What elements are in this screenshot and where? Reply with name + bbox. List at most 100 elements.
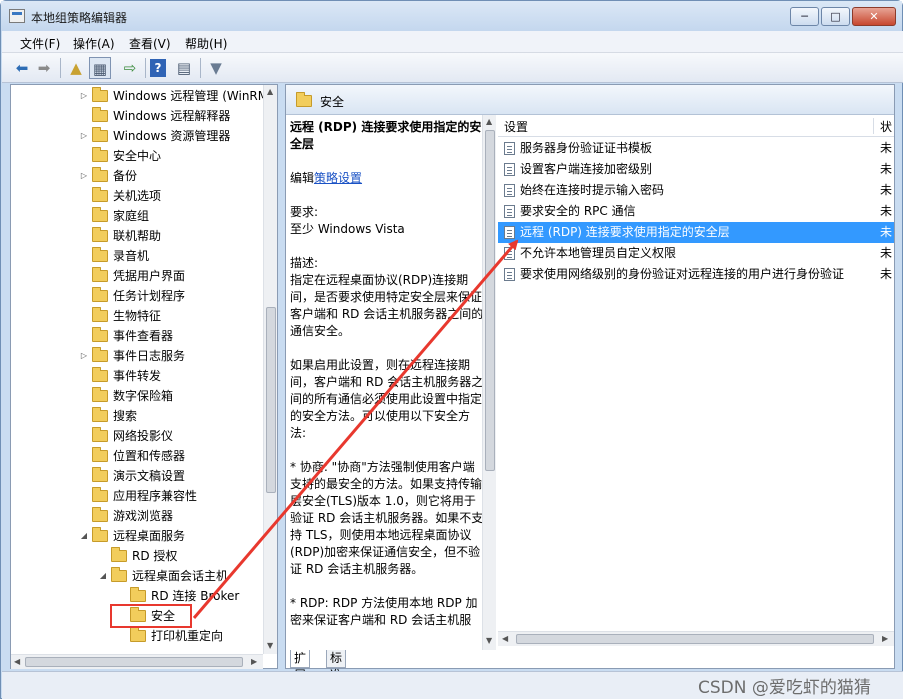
tree-item[interactable]: 数字保险箱 bbox=[11, 386, 263, 406]
help-icon[interactable]: ? bbox=[150, 59, 166, 77]
scroll-up-icon[interactable]: ▲ bbox=[486, 117, 492, 126]
filter-icon[interactable]: ▼ bbox=[205, 57, 227, 79]
export-list-icon[interactable]: ⇨ bbox=[119, 57, 141, 79]
scroll-up-icon[interactable]: ▲ bbox=[267, 87, 273, 96]
expand-arrow-icon[interactable]: ▷ bbox=[79, 126, 89, 146]
setting-state: 未 bbox=[880, 162, 893, 176]
setting-state: 未 bbox=[880, 225, 893, 239]
collapse-arrow-icon[interactable]: ◢ bbox=[98, 566, 108, 586]
tree-pane[interactable]: ▷ Windows 远程管理 (WinRM Windows 远程解释器 ▷ Window… bbox=[10, 84, 278, 669]
setting-row[interactable]: 不允许本地管理员自定义权限 未 bbox=[498, 243, 894, 264]
folder-icon bbox=[92, 427, 108, 442]
tree-item[interactable]: 搜索 bbox=[11, 406, 263, 426]
tree-vertical-scrollbar[interactable]: ▲ ▼ bbox=[263, 85, 277, 654]
tree-item-label: Windows 资源管理器 bbox=[113, 129, 231, 143]
menu-view[interactable]: 查看(V) bbox=[129, 35, 171, 52]
tree-item-label: 搜索 bbox=[113, 409, 138, 423]
annotation-highlight-box bbox=[110, 604, 192, 628]
back-arrow-icon[interactable]: ⬅ bbox=[11, 57, 33, 79]
scroll-left-icon[interactable]: ◀ bbox=[502, 634, 508, 643]
tree-item-label: 位置和传感器 bbox=[113, 449, 186, 463]
menu-help[interactable]: 帮助(H) bbox=[185, 35, 227, 52]
edit-policy-line: 编辑策略设置 bbox=[290, 170, 484, 187]
tree-item[interactable]: 游戏浏览器 bbox=[11, 506, 263, 526]
tree-item[interactable]: 位置和传感器 bbox=[11, 446, 263, 466]
collapse-arrow-icon[interactable]: ◢ bbox=[79, 526, 89, 546]
tree-item[interactable]: 联机帮助 bbox=[11, 226, 263, 246]
scroll-right-icon[interactable]: ▶ bbox=[882, 634, 888, 643]
tree-item[interactable]: RD 授权 bbox=[11, 546, 263, 566]
column-state[interactable]: 状 bbox=[880, 118, 892, 135]
expand-arrow-icon[interactable]: ▷ bbox=[79, 346, 89, 366]
scroll-down-icon[interactable]: ▼ bbox=[267, 641, 273, 650]
show-hide-tree-icon[interactable]: ▦ bbox=[89, 57, 111, 79]
edit-policy-link[interactable]: 策略设置 bbox=[314, 171, 362, 185]
tree-item[interactable]: 网络投影仪 bbox=[11, 426, 263, 446]
watermark: CSDN @爱吃虾的猫猜 bbox=[698, 678, 871, 698]
description-scroll-thumb[interactable] bbox=[485, 130, 495, 471]
setting-row[interactable]: 要求安全的 RPC 通信 未 bbox=[498, 201, 894, 222]
tab-extended[interactable]: 扩展 bbox=[290, 650, 311, 682]
maximize-button[interactable]: □ bbox=[821, 7, 850, 26]
tab-standard[interactable]: 标准 bbox=[326, 650, 347, 682]
column-setting[interactable]: 设置 bbox=[504, 118, 528, 135]
tree-item[interactable]: RD 连接 Broker bbox=[11, 586, 263, 606]
tree-item[interactable]: 家庭组 bbox=[11, 206, 263, 226]
tree-item[interactable]: 生物特征 bbox=[11, 306, 263, 326]
tree-item[interactable]: 打印机重定向 bbox=[11, 626, 263, 646]
tree-item-label: 联机帮助 bbox=[113, 229, 162, 243]
tree-item[interactable]: 事件查看器 bbox=[11, 326, 263, 346]
forward-arrow-icon[interactable]: ➡ bbox=[33, 57, 55, 79]
settings-hscroll-thumb[interactable] bbox=[516, 634, 874, 644]
setting-row[interactable]: 远程 (RDP) 连接要求使用指定的安全层 未 bbox=[498, 222, 894, 243]
tree-item[interactable]: 事件转发 bbox=[11, 366, 263, 386]
tree-item[interactable]: ▷ Windows 远程管理 (WinRM bbox=[11, 86, 268, 106]
tree-item-label: Windows 远程解释器 bbox=[113, 109, 231, 123]
setting-row[interactable]: 设置客户端连接加密级别 未 bbox=[498, 159, 894, 180]
tree-item-label: 安全中心 bbox=[113, 149, 162, 163]
expand-arrow-icon[interactable]: ▷ bbox=[79, 166, 89, 186]
tree-item[interactable]: ▷ Windows 资源管理器 bbox=[11, 126, 263, 146]
menu-file[interactable]: 文件(F) bbox=[20, 35, 60, 52]
tree-item[interactable]: 录音机 bbox=[11, 246, 263, 266]
tree-scroll-thumb[interactable] bbox=[266, 307, 276, 493]
setting-row[interactable]: 服务器身份验证证书模板 未 bbox=[498, 138, 894, 159]
description-scrollbar[interactable]: ▲ ▼ bbox=[482, 115, 496, 650]
folder-icon bbox=[111, 567, 127, 582]
tree-item[interactable]: ◢ 远程桌面会话主机 bbox=[11, 566, 263, 586]
tree-item[interactable]: 任务计划程序 bbox=[11, 286, 263, 306]
tree-item[interactable]: 安全中心 bbox=[11, 146, 263, 166]
scroll-right-icon[interactable]: ▶ bbox=[251, 657, 257, 666]
tree-item[interactable]: 演示文稿设置 bbox=[11, 466, 263, 486]
folder-icon bbox=[92, 187, 108, 202]
title-bar[interactable]: 本地组策略编辑器 ─ □ ✕ bbox=[1, 1, 902, 31]
tree-item[interactable]: 应用程序兼容性 bbox=[11, 486, 263, 506]
tree-item[interactable]: 关机选项 bbox=[11, 186, 263, 206]
properties-icon[interactable]: ▤ bbox=[173, 57, 195, 79]
setting-row[interactable]: 始终在连接时提示输入密码 未 bbox=[498, 180, 894, 201]
scroll-left-icon[interactable]: ◀ bbox=[14, 657, 20, 666]
tree-item[interactable]: ▷ 事件日志服务 bbox=[11, 346, 263, 366]
scroll-down-icon[interactable]: ▼ bbox=[486, 636, 492, 645]
settings-horizontal-scrollbar[interactable]: ◀ ▶ bbox=[498, 631, 894, 646]
tree-item-label: 远程桌面会话主机 bbox=[132, 569, 229, 583]
tree-item[interactable]: Windows 远程解释器 bbox=[11, 106, 263, 126]
setting-name: 远程 (RDP) 连接要求使用指定的安全层 bbox=[520, 225, 730, 239]
setting-row[interactable]: 要求使用网络级别的身份验证对远程连接的用户进行身份验证 未 bbox=[498, 264, 894, 285]
tree-item-label: 备份 bbox=[113, 169, 138, 183]
folder-icon bbox=[92, 507, 108, 522]
close-button[interactable]: ✕ bbox=[852, 7, 896, 26]
minimize-button[interactable]: ─ bbox=[790, 7, 819, 26]
tree-horizontal-scrollbar[interactable]: ◀ ▶ bbox=[11, 654, 263, 669]
tree-item[interactable]: 凭据用户界面 bbox=[11, 266, 263, 286]
menu-action[interactable]: 操作(A) bbox=[73, 35, 115, 52]
tree-item[interactable]: ▷ 备份 bbox=[11, 166, 263, 186]
requirements-value: 至少 Windows Vista bbox=[290, 222, 405, 236]
tree-hscroll-thumb[interactable] bbox=[25, 657, 243, 667]
edit-prefix: 编辑 bbox=[290, 171, 315, 185]
up-folder-icon[interactable]: ▲ bbox=[65, 57, 87, 79]
expand-arrow-icon[interactable]: ▷ bbox=[79, 86, 89, 106]
column-separator[interactable] bbox=[873, 118, 874, 134]
menu-bar: 文件(F) 操作(A) 查看(V) 帮助(H) bbox=[2, 31, 903, 53]
tree-item[interactable]: ◢ 远程桌面服务 bbox=[11, 526, 263, 546]
